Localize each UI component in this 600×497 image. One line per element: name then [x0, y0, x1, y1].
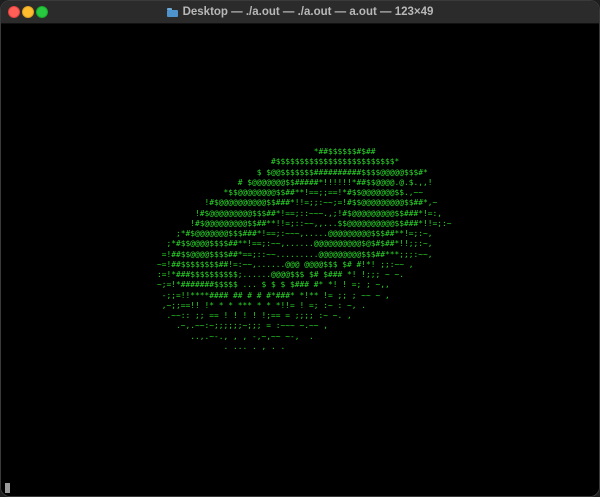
- text-cursor: [5, 483, 10, 493]
- ascii-art-output: *##$$$$$$#$## #$$$$$$$$$$$$$$$$$$$$$$$$$…: [157, 147, 452, 351]
- folder-icon: [166, 7, 178, 17]
- minimize-button[interactable]: [22, 6, 34, 18]
- window-title: Desktop — ./a.out — ./a.out — a.out — 12…: [182, 6, 434, 18]
- close-button[interactable]: [8, 6, 20, 18]
- title-bar[interactable]: Desktop — ./a.out — ./a.out — a.out — 12…: [1, 1, 599, 24]
- zoom-button[interactable]: [36, 6, 48, 18]
- terminal-window: Desktop — ./a.out — ./a.out — a.out — 12…: [0, 0, 600, 497]
- terminal-content-area[interactable]: *##$$$$$$#$## #$$$$$$$$$$$$$$$$$$$$$$$$$…: [1, 24, 599, 496]
- window-title-group: Desktop — ./a.out — ./a.out — a.out — 12…: [166, 6, 434, 18]
